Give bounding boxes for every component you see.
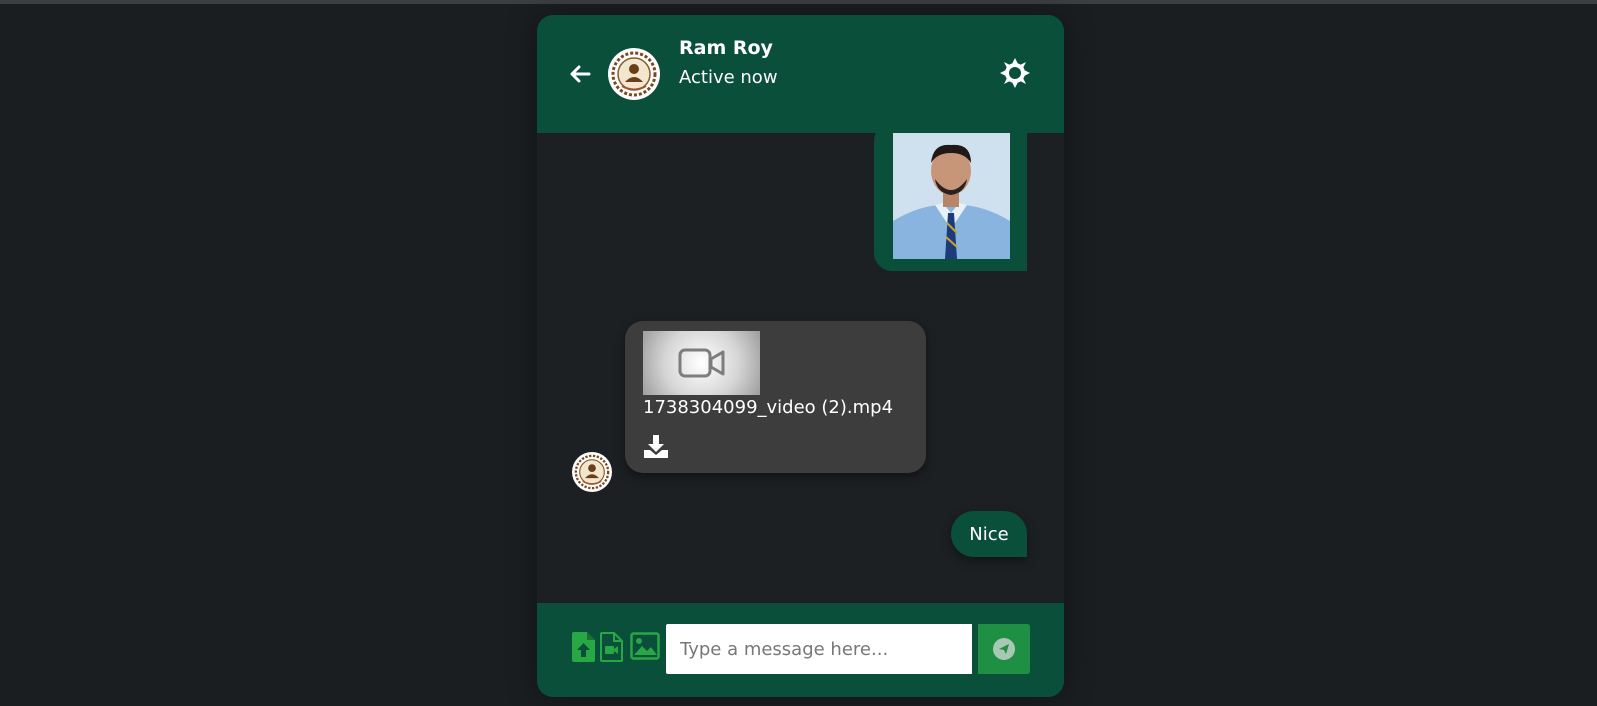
video-camera-icon [678,348,724,378]
sent-text-message[interactable]: Nice [951,511,1027,557]
sent-image-message[interactable] [874,133,1027,271]
avatar-emblem-icon [572,452,612,492]
contact-avatar[interactable] [608,48,660,100]
chat-window: Ram Roy Active now 1738304099_video (2).… [537,15,1064,697]
sun-settings-icon [1000,58,1030,88]
message-composer [537,603,1064,697]
upload-image-button[interactable] [630,632,660,664]
back-button[interactable] [567,61,593,87]
video-thumbnail[interactable] [643,331,760,395]
contact-status: Active now [679,67,778,88]
message-list[interactable]: 1738304099_video (2).mp4 Nice [537,133,1064,603]
arrow-left-icon [570,65,591,83]
upload-file-button[interactable] [572,632,595,666]
contact-name: Ram Roy [679,37,773,59]
download-icon [644,435,668,458]
sent-photo[interactable] [893,133,1010,259]
chat-header: Ram Roy Active now [537,15,1064,133]
avatar-emblem-icon [609,49,659,99]
message-input[interactable] [666,624,972,674]
send-button[interactable] [978,624,1030,674]
sender-avatar [572,452,612,492]
file-upload-icon [572,632,595,662]
upload-video-button[interactable] [600,632,623,666]
download-button[interactable] [643,433,669,459]
file-name: 1738304099_video (2).mp4 [643,397,894,418]
image-icon [630,632,660,660]
theme-toggle-button[interactable] [997,55,1033,91]
file-video-icon [600,632,623,662]
received-file-message[interactable]: 1738304099_video (2).mp4 [625,321,926,473]
browser-top-strip [0,0,1597,4]
send-icon [993,638,1015,660]
